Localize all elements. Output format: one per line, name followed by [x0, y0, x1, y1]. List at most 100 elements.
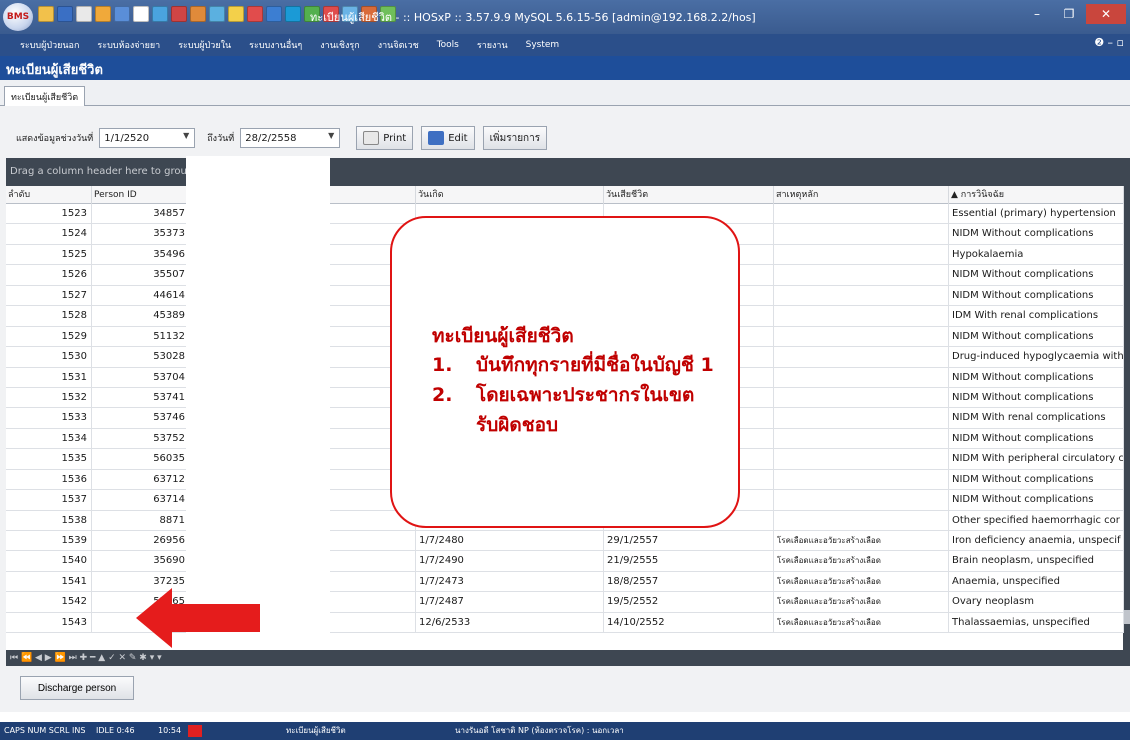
row-number-cell[interactable]: 1523 — [6, 204, 92, 224]
menu-item[interactable]: ระบบผู้ป่วยใน — [178, 38, 231, 52]
diagnosis-cell[interactable]: NIDM Without complications — [949, 285, 1124, 306]
death-date-cell[interactable]: 14/10/2552 — [604, 612, 774, 633]
birth-date-cell[interactable]: 1/7/2480 — [416, 531, 604, 551]
main-cause-cell[interactable] — [774, 510, 949, 531]
birth-date-cell[interactable]: 1/7/2487 — [416, 592, 604, 613]
person-id-cell[interactable]: 44614 — [92, 285, 190, 306]
edit-icon[interactable] — [114, 6, 130, 22]
person-id-cell[interactable]: 53746 — [92, 408, 190, 429]
birth-date-cell[interactable]: 1/7/2490 — [416, 551, 604, 572]
menu-item[interactable]: ระบบห้องจ่ายยา — [97, 38, 160, 52]
diagnosis-cell[interactable]: Essential (primary) hypertension — [949, 204, 1124, 224]
row-number-cell[interactable]: 1524 — [6, 224, 92, 245]
death-date-cell[interactable]: 21/9/2555 — [604, 551, 774, 572]
death-date-cell[interactable]: 19/5/2552 — [604, 592, 774, 613]
lightning-icon[interactable] — [228, 6, 244, 22]
person-id-cell[interactable]: 63712 — [92, 469, 190, 490]
diagnosis-cell[interactable]: Iron deficiency anaemia, unspecif — [949, 531, 1124, 551]
list-icon[interactable] — [266, 6, 282, 22]
row-number-cell[interactable]: 1535 — [6, 449, 92, 470]
row-number-cell[interactable]: 1536 — [6, 469, 92, 490]
row-number-cell[interactable]: 1543 — [6, 612, 92, 633]
diagnosis-cell[interactable]: Anaemia, unspecified — [949, 571, 1124, 592]
person-id-cell[interactable]: 35690 — [92, 551, 190, 572]
person-id-cell[interactable]: 53704 — [92, 367, 190, 388]
row-number-cell[interactable]: 1528 — [6, 306, 92, 327]
diagnosis-cell[interactable]: NIDM Without complications — [949, 469, 1124, 490]
table-row[interactable]: 1540 35690 1/7/2490 21/9/2555 โรคเลือดและอวั… — [6, 551, 1124, 572]
person-id-cell[interactable]: 35507 — [92, 265, 190, 286]
diagnosis-cell[interactable]: NIDM Without complications — [949, 428, 1124, 449]
chevron-down-icon[interactable]: ▼ — [325, 131, 337, 140]
row-number-cell[interactable]: 1525 — [6, 244, 92, 265]
grid-icon[interactable] — [209, 6, 225, 22]
main-cause-cell[interactable]: โรคเลือดและอวัยวะสร้างเลือด — [774, 531, 949, 551]
app-logo[interactable]: BMS — [3, 3, 33, 31]
main-cause-cell[interactable]: โรคเลือดและอวัยวะสร้างเลือด — [774, 592, 949, 613]
diagnosis-cell[interactable]: NIDM Without complications — [949, 490, 1124, 511]
menu-item[interactable]: รายงาน — [477, 38, 508, 52]
person-id-cell[interactable]: 53752 — [92, 428, 190, 449]
main-cause-cell[interactable] — [774, 469, 949, 490]
row-number-cell[interactable]: 1539 — [6, 531, 92, 551]
main-cause-cell[interactable] — [774, 306, 949, 327]
close-icon[interactable]: ✕ — [1086, 4, 1126, 24]
restore-icon[interactable]: ❐ — [1054, 4, 1084, 24]
diagnosis-cell[interactable]: NIDM With renal complications — [949, 408, 1124, 429]
person-id-cell[interactable]: 45389 — [92, 306, 190, 327]
birth-date-cell[interactable]: 1/7/2473 — [416, 571, 604, 592]
people-icon[interactable] — [95, 6, 111, 22]
person-id-cell[interactable]: 34857 — [92, 204, 190, 224]
row-number-cell[interactable]: 1541 — [6, 571, 92, 592]
person-id-cell[interactable]: 63714 — [92, 490, 190, 511]
column-header[interactable]: สาเหตุหลัก — [774, 186, 949, 204]
row-number-cell[interactable]: 1537 — [6, 490, 92, 511]
discharge-person-button[interactable]: Discharge person — [20, 676, 134, 700]
death-date-cell[interactable]: 18/8/2557 — [604, 571, 774, 592]
person-id-cell[interactable]: 8871 — [92, 510, 190, 531]
person-id-cell[interactable]: 56035 — [92, 449, 190, 470]
print-button[interactable]: Print — [356, 126, 414, 150]
chart-icon[interactable] — [190, 6, 206, 22]
main-cause-cell[interactable]: โรคเลือดและอวัยวะสร้างเลือด — [774, 551, 949, 572]
person-id-cell[interactable]: 35496 — [92, 244, 190, 265]
main-cause-cell[interactable] — [774, 449, 949, 470]
chevron-down-icon[interactable]: ▼ — [180, 131, 192, 140]
diagnosis-cell[interactable]: Thalassaemias, unspecified — [949, 612, 1124, 633]
row-number-cell[interactable]: 1534 — [6, 428, 92, 449]
row-number-cell[interactable]: 1529 — [6, 326, 92, 347]
diagnosis-cell[interactable]: NIDM With peripheral circulatory c — [949, 449, 1124, 470]
flag-icon[interactable] — [247, 6, 263, 22]
file-icon[interactable] — [133, 6, 149, 22]
diagnosis-cell[interactable]: Brain neoplasm, unspecified — [949, 551, 1124, 572]
row-number-cell[interactable]: 1526 — [6, 265, 92, 286]
tab-death-registry[interactable]: ทะเบียนผู้เสียชีวิต — [4, 86, 86, 106]
row-number-cell[interactable]: 1542 — [6, 592, 92, 613]
row-number-cell[interactable]: 1530 — [6, 347, 92, 368]
diagnosis-cell[interactable]: NIDM Without complications — [949, 326, 1124, 347]
column-header[interactable]: Person ID — [92, 186, 190, 204]
person-id-cell[interactable]: 26956 — [92, 531, 190, 551]
menu-item[interactable]: Tools — [437, 40, 459, 50]
main-cause-cell[interactable] — [774, 490, 949, 511]
to-date-combo[interactable]: 28/2/2558 ▼ — [240, 128, 341, 148]
row-number-cell[interactable]: 1532 — [6, 387, 92, 408]
main-cause-cell[interactable]: โรคเลือดและอวัยวะสร้างเลือด — [774, 612, 949, 633]
diagnosis-cell[interactable]: Hypokalaemia — [949, 244, 1124, 265]
row-number-cell[interactable]: 1531 — [6, 367, 92, 388]
edit-button[interactable]: Edit — [421, 126, 475, 150]
mail-icon[interactable] — [285, 6, 301, 22]
row-number-cell[interactable]: 1538 — [6, 510, 92, 531]
main-cause-cell[interactable] — [774, 224, 949, 245]
table-row[interactable]: 1539 26956 1/7/2480 29/1/2557 โรคเลือดและอวั… — [6, 531, 1124, 552]
main-cause-cell[interactable] — [774, 326, 949, 347]
row-number-cell[interactable]: 1533 — [6, 408, 92, 429]
vertical-scrollbar[interactable] — [1123, 158, 1130, 650]
minimize-icon[interactable]: – — [1022, 4, 1052, 24]
add-record-button[interactable]: เพิ่มรายการ — [482, 126, 548, 150]
main-cause-cell[interactable] — [774, 428, 949, 449]
column-header[interactable]: วันเสียชีวิต — [604, 186, 774, 204]
report-icon[interactable] — [171, 6, 187, 22]
main-cause-cell[interactable] — [774, 408, 949, 429]
person-id-cell[interactable]: 53028 — [92, 347, 190, 368]
